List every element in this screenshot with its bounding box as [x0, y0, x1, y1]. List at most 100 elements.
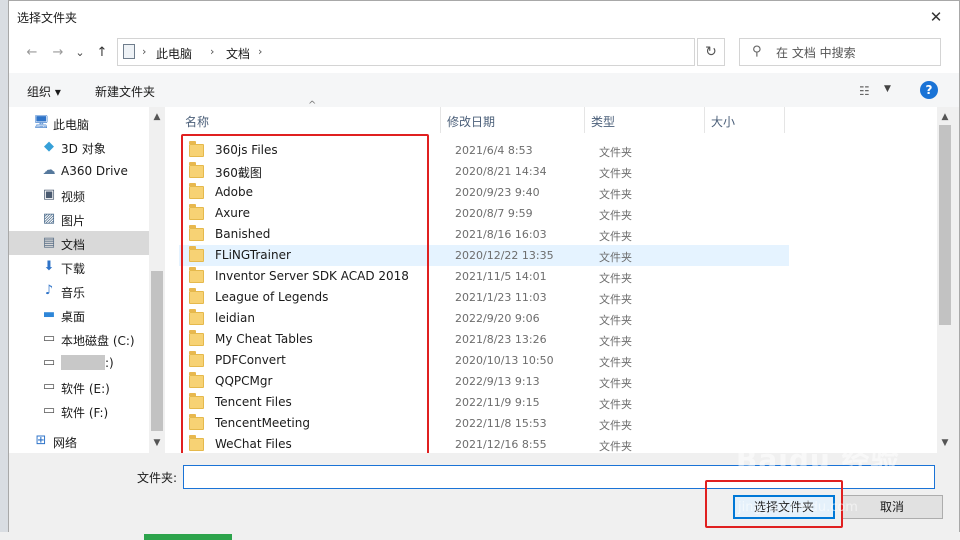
sidebar-item-label: A360 Drive: [61, 164, 128, 178]
sidebar-item[interactable]: ⬇ 下载: [9, 255, 149, 279]
help-icon[interactable]: ?: [920, 81, 938, 99]
file-modified-date: 2020/9/23 9:40: [455, 186, 540, 199]
scroll-thumb[interactable]: [151, 271, 163, 431]
network-icon: ⊞: [35, 433, 47, 448]
document-icon: ▤: [42, 235, 56, 250]
cloud-drive-icon: ☁: [42, 163, 56, 178]
image-icon: ▨: [42, 211, 56, 226]
sidebar-item-label: 软件 (F:): [61, 406, 109, 420]
sidebar-item[interactable]: ▭ 软件 (E:): [9, 375, 149, 399]
file-modified-date: 2022/9/13 9:13: [455, 375, 540, 388]
file-type: 文件夹: [599, 398, 632, 411]
sidebar-item[interactable]: ▭ 本地磁盘 (C:): [9, 327, 149, 351]
file-type: 文件夹: [599, 146, 632, 159]
close-icon[interactable]: ✕: [913, 1, 959, 33]
sidebar-item-label: 桌面: [61, 310, 86, 324]
file-type: 文件夹: [599, 209, 632, 222]
file-modified-date: 2020/10/13 10:50: [455, 354, 554, 367]
file-modified-date: 2022/11/9 9:15: [455, 396, 540, 409]
file-modified-date: 2020/12/22 13:35: [455, 249, 554, 262]
sidebar-item[interactable]: ▤ 文档: [9, 231, 149, 255]
view-options-icon[interactable]: ☷: [859, 84, 870, 98]
command-toolbar: 组织 ▾ 新建文件夹 ☷ ▼ ?: [9, 73, 959, 107]
column-divider: [440, 107, 441, 133]
breadcrumb-documents[interactable]: 文档: [226, 45, 250, 62]
scroll-thumb[interactable]: [939, 125, 951, 325]
sidebar-item-label: 图片: [61, 214, 86, 228]
sort-ascending-icon: ^: [308, 100, 317, 111]
file-modified-date: 2020/8/7 9:59: [455, 207, 533, 220]
music-icon: ♪: [44, 283, 54, 298]
sidebar-item[interactable]: ▬ 桌面: [9, 303, 149, 327]
column-header-type[interactable]: 类型: [591, 113, 615, 139]
column-header-date[interactable]: 修改日期: [447, 113, 495, 139]
sidebar-item-label: :): [105, 356, 114, 370]
redacted-drive-name: [61, 355, 105, 370]
sidebar-item[interactable]: ▣ 视频: [9, 183, 149, 207]
new-folder-button[interactable]: 新建文件夹: [95, 83, 155, 100]
search-input[interactable]: [774, 43, 938, 63]
recent-locations-dropdown-icon[interactable]: ⌄: [71, 44, 89, 62]
file-modified-date: 2020/8/21 14:34: [455, 165, 547, 178]
sidebar-item[interactable]: ☁ A360 Drive: [9, 159, 149, 183]
organize-menu-button[interactable]: 组织 ▾: [27, 83, 61, 100]
file-type: 文件夹: [599, 188, 632, 201]
sidebar-item-label: 此电脑: [53, 118, 90, 132]
sidebar-item[interactable]: ◆ 3D 对象: [9, 135, 149, 159]
cube-icon: ◆: [44, 139, 54, 154]
scroll-up-arrow-icon[interactable]: ▲: [149, 109, 165, 125]
address-bar[interactable]: › 此电脑 › 文档 › ⌄: [117, 38, 791, 66]
sidebar-item[interactable]: ⊞ 网络: [9, 429, 149, 453]
baidu-watermark: Baidu 经验: [736, 443, 900, 476]
file-type: 文件夹: [599, 293, 632, 306]
sidebar-item-label: 网络: [53, 436, 78, 450]
scroll-down-arrow-icon[interactable]: ▼: [149, 435, 165, 451]
drive-icon: ▭: [42, 403, 56, 418]
navigation-bar: ← → ⌄ ↑ › 此电脑 › 文档 › ⌄ ↻ ⚲: [9, 33, 959, 73]
sidebar-item-label: 软件 (E:): [61, 382, 110, 396]
breadcrumb-separator: ›: [210, 45, 215, 58]
scroll-up-arrow-icon[interactable]: ▲: [937, 109, 953, 125]
file-type: 文件夹: [599, 356, 632, 369]
scroll-down-arrow-icon[interactable]: ▼: [937, 435, 953, 451]
forward-arrow-icon[interactable]: →: [49, 44, 67, 62]
navigation-pane: 🖥 此电脑 ◆ 3D 对象 ☁ A360 Drive ▣ 视频 ▨ 图片 ▤ 文档 ⬇ 下载 ♪ 音乐 ▬ 桌面 ▭…: [9, 107, 165, 453]
file-modified-date: 2021/11/5 14:01: [455, 270, 547, 283]
column-divider: [704, 107, 705, 133]
sidebar-item-label: 视频: [61, 190, 86, 204]
file-modified-date: 2021/1/23 11:03: [455, 291, 547, 304]
back-arrow-icon[interactable]: ←: [23, 44, 41, 62]
file-type: 文件夹: [599, 419, 632, 432]
computer-icon: 🖥: [33, 115, 50, 130]
video-icon: ▣: [42, 187, 56, 202]
column-divider: [584, 107, 585, 133]
sidebar-item-label: 下载: [61, 262, 86, 276]
download-icon: ⬇: [43, 259, 55, 274]
refresh-icon[interactable]: ↻: [697, 38, 725, 66]
file-type: 文件夹: [599, 167, 632, 180]
sidebar-item[interactable]: ▨ 图片: [9, 207, 149, 231]
sidebar-item-label: 3D 对象: [61, 142, 106, 156]
file-modified-date: 2021/12/16 8:55: [455, 438, 547, 451]
file-modified-date: 2021/8/23 13:26: [455, 333, 547, 346]
file-list-scrollbar[interactable]: ▲ ▼: [937, 107, 953, 453]
up-arrow-icon[interactable]: ↑: [93, 44, 111, 62]
sidebar-item[interactable]: ▭ 软件 (F:): [9, 399, 149, 423]
sidebar-item[interactable]: 🖥 此电脑: [9, 111, 149, 135]
drive-icon: ▭: [42, 331, 56, 346]
sidebar-item[interactable]: ♪ 音乐: [9, 279, 149, 303]
navigation-scrollbar[interactable]: ▲ ▼: [149, 107, 165, 453]
file-type: 文件夹: [599, 314, 632, 327]
file-modified-date: 2021/6/4 8:53: [455, 144, 533, 157]
search-icon: ⚲: [752, 44, 762, 59]
file-type: 文件夹: [599, 377, 632, 390]
file-modified-date: 2021/8/16 16:03: [455, 228, 547, 241]
drive-icon: ▭: [42, 355, 56, 370]
column-header-size[interactable]: 大小: [711, 113, 735, 139]
sidebar-item[interactable]: ▭:): [9, 351, 149, 375]
file-type: 文件夹: [599, 335, 632, 348]
breadcrumb-this-pc[interactable]: 此电脑: [156, 45, 192, 62]
view-dropdown-icon[interactable]: ▼: [884, 84, 891, 94]
desktop-icon: ▬: [42, 307, 56, 322]
drive-icon: ▭: [42, 379, 56, 394]
